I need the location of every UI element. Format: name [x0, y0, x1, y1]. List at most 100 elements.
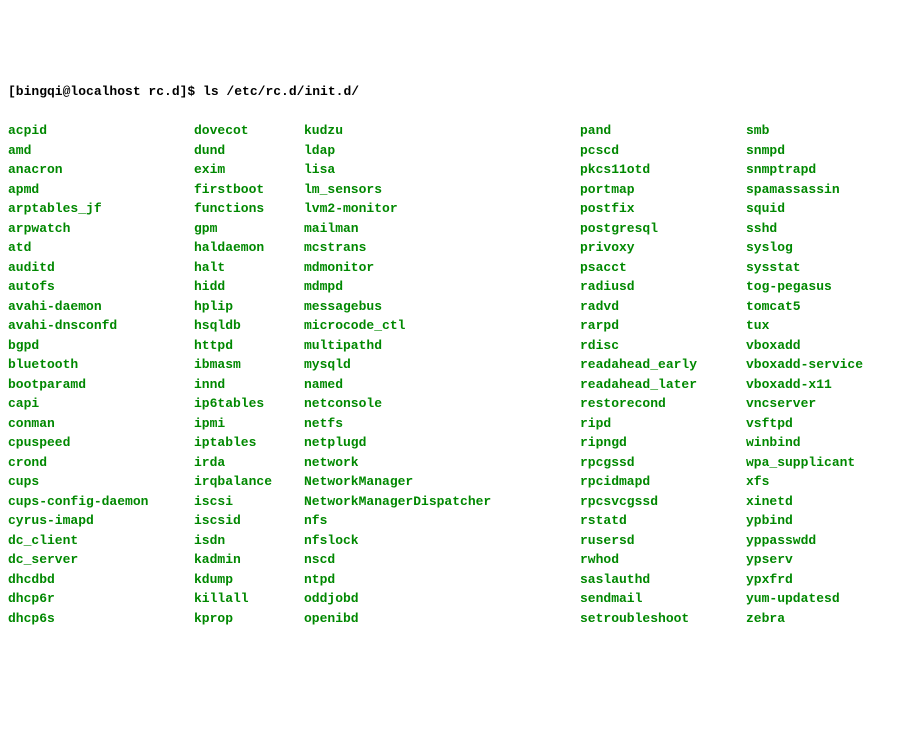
- file-entry: saslauthd: [580, 570, 746, 590]
- file-entry: readahead_later: [580, 375, 746, 395]
- file-entry: rstatd: [580, 511, 746, 531]
- file-entry: hplip: [194, 297, 304, 317]
- file-entry: cups: [8, 472, 194, 492]
- file-entry: rpcidmapd: [580, 472, 746, 492]
- file-entry: netplugd: [304, 433, 580, 453]
- file-entry: avahi-dnsconfd: [8, 316, 194, 336]
- file-entry: capi: [8, 394, 194, 414]
- file-entry: bgpd: [8, 336, 194, 356]
- file-entry: hsqldb: [194, 316, 304, 336]
- file-entry: gpm: [194, 219, 304, 239]
- file-entry: yppasswdd: [746, 531, 863, 551]
- file-entry: psacct: [580, 258, 746, 278]
- file-entry: ypxfrd: [746, 570, 863, 590]
- file-entry: haldaemon: [194, 238, 304, 258]
- file-entry: dhcp6r: [8, 589, 194, 609]
- file-entry: ypbind: [746, 511, 863, 531]
- file-entry: oddjobd: [304, 589, 580, 609]
- file-entry: messagebus: [304, 297, 580, 317]
- listing-column-1: acpidamdanacronapmdarptables_jfarpwatcha…: [8, 121, 194, 628]
- file-entry: iscsi: [194, 492, 304, 512]
- file-entry: NetworkManagerDispatcher: [304, 492, 580, 512]
- file-entry: rarpd: [580, 316, 746, 336]
- file-entry: pkcs11otd: [580, 160, 746, 180]
- directory-listing: acpidamdanacronapmdarptables_jfarpwatcha…: [8, 121, 906, 628]
- file-entry: kdump: [194, 570, 304, 590]
- file-entry: setroubleshoot: [580, 609, 746, 629]
- file-entry: NetworkManager: [304, 472, 580, 492]
- file-entry: hidd: [194, 277, 304, 297]
- listing-column-2: dovecotdundeximfirstbootfunctionsgpmhald…: [194, 121, 304, 628]
- file-entry: named: [304, 375, 580, 395]
- file-entry: readahead_early: [580, 355, 746, 375]
- file-entry: xfs: [746, 472, 863, 492]
- file-entry: auditd: [8, 258, 194, 278]
- file-entry: killall: [194, 589, 304, 609]
- file-entry: restorecond: [580, 394, 746, 414]
- file-entry: privoxy: [580, 238, 746, 258]
- file-entry: irqbalance: [194, 472, 304, 492]
- file-entry: crond: [8, 453, 194, 473]
- file-entry: radvd: [580, 297, 746, 317]
- file-entry: multipathd: [304, 336, 580, 356]
- file-entry: arpwatch: [8, 219, 194, 239]
- file-entry: mdmpd: [304, 277, 580, 297]
- file-entry: nfslock: [304, 531, 580, 551]
- file-entry: rpcsvcgssd: [580, 492, 746, 512]
- file-entry: pcscd: [580, 141, 746, 161]
- file-entry: ntpd: [304, 570, 580, 590]
- listing-column-5: smbsnmpdsnmptrapdspamassassinsquidsshdsy…: [746, 121, 863, 628]
- file-entry: cpuspeed: [8, 433, 194, 453]
- file-entry: tux: [746, 316, 863, 336]
- file-entry: microcode_ctl: [304, 316, 580, 336]
- file-entry: sshd: [746, 219, 863, 239]
- file-entry: dhcp6s: [8, 609, 194, 629]
- file-entry: rusersd: [580, 531, 746, 551]
- file-entry: avahi-daemon: [8, 297, 194, 317]
- file-entry: ripngd: [580, 433, 746, 453]
- file-entry: kadmin: [194, 550, 304, 570]
- file-entry: amd: [8, 141, 194, 161]
- file-entry: mailman: [304, 219, 580, 239]
- file-entry: ripd: [580, 414, 746, 434]
- file-entry: innd: [194, 375, 304, 395]
- file-entry: dc_server: [8, 550, 194, 570]
- file-entry: conman: [8, 414, 194, 434]
- file-entry: vboxadd: [746, 336, 863, 356]
- file-entry: snmptrapd: [746, 160, 863, 180]
- file-entry: snmpd: [746, 141, 863, 161]
- file-entry: nscd: [304, 550, 580, 570]
- file-entry: anacron: [8, 160, 194, 180]
- file-entry: kprop: [194, 609, 304, 629]
- file-entry: ibmasm: [194, 355, 304, 375]
- file-entry: irda: [194, 453, 304, 473]
- file-entry: halt: [194, 258, 304, 278]
- file-entry: lm_sensors: [304, 180, 580, 200]
- file-entry: ip6tables: [194, 394, 304, 414]
- file-entry: winbind: [746, 433, 863, 453]
- file-entry: isdn: [194, 531, 304, 551]
- file-entry: bootparamd: [8, 375, 194, 395]
- file-entry: dovecot: [194, 121, 304, 141]
- file-entry: vboxadd-x11: [746, 375, 863, 395]
- file-entry: rpcgssd: [580, 453, 746, 473]
- listing-column-3: kudzuldaplisalm_sensorslvm2-monitormailm…: [304, 121, 580, 628]
- file-entry: spamassassin: [746, 180, 863, 200]
- file-entry: syslog: [746, 238, 863, 258]
- file-entry: xinetd: [746, 492, 863, 512]
- file-entry: pand: [580, 121, 746, 141]
- file-entry: nfs: [304, 511, 580, 531]
- file-entry: exim: [194, 160, 304, 180]
- file-entry: squid: [746, 199, 863, 219]
- file-entry: cups-config-daemon: [8, 492, 194, 512]
- file-entry: vsftpd: [746, 414, 863, 434]
- file-entry: mdmonitor: [304, 258, 580, 278]
- file-entry: firstboot: [194, 180, 304, 200]
- file-entry: portmap: [580, 180, 746, 200]
- file-entry: vncserver: [746, 394, 863, 414]
- file-entry: zebra: [746, 609, 863, 629]
- listing-column-4: pandpcscdpkcs11otdportmappostfixpostgres…: [580, 121, 746, 628]
- file-entry: dhcdbd: [8, 570, 194, 590]
- file-entry: openibd: [304, 609, 580, 629]
- file-entry: kudzu: [304, 121, 580, 141]
